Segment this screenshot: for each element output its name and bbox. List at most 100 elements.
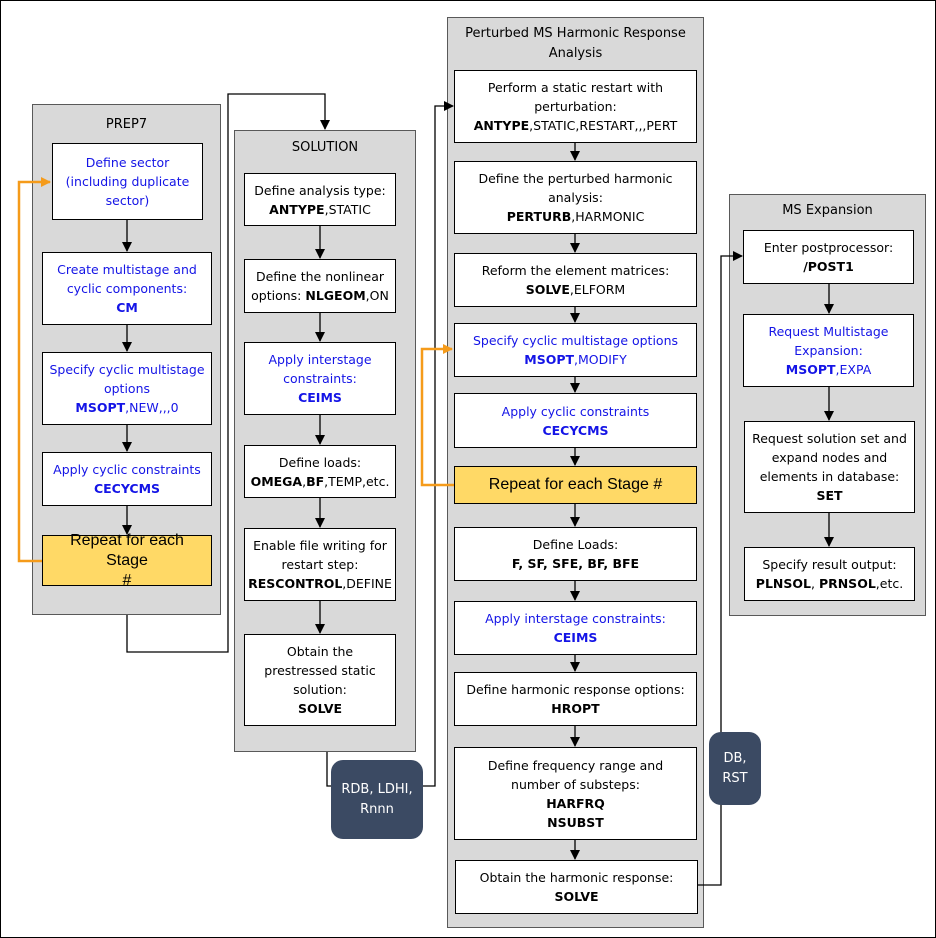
step-text: Expansion: [794,343,863,358]
command-name: RESCONTROL [248,576,343,591]
define-harmonic-loads-step[interactable]: Define Loads: F, SF, SFE, BF, BFE [454,527,697,581]
step-command: MSOPT,EXPA [786,360,872,379]
command-args: ,STATIC [324,201,371,217]
step-command: CEIMS [298,388,342,407]
solution-title: SOLUTION [291,140,359,155]
command-args: ,TEMP,etc. [324,473,390,489]
command-name: MSOPT [524,352,575,367]
step-command: HARFRQ [546,794,605,813]
step-command: MSOPT,MODIFY [524,350,627,369]
obtain-harmonic-response-step[interactable]: Obtain the harmonic response: SOLVE [455,860,698,914]
request-expansion-step[interactable]: Request Multistage Expansion: MSOPT,EXPA [743,314,914,387]
reform-matrices-step[interactable]: Reform the element matrices: SOLVE,ELFOR… [454,253,697,307]
step-command: HROPT [551,699,599,718]
file-label: Rnnn [360,801,394,817]
step-text: Apply cyclic constraints [501,403,650,419]
command-name: CEIMS [298,390,342,405]
command-name: SET [816,488,843,503]
command-name: /POST1 [803,259,854,274]
step-command: PLNSOL, PRNSOL,etc. [756,574,903,593]
apply-cyclic-constraints-step[interactable]: Apply cyclic constraints CECYCMS [42,452,212,506]
step-text: Create multistage and [57,262,197,277]
command-name: MSOPT [75,400,126,415]
result-files-badge: DB, RST [709,732,761,805]
step-text: Specify cyclic multistage options [472,333,679,348]
create-components-step[interactable]: Create multistage and cyclic components:… [42,252,212,325]
hropt-step[interactable]: Define harmonic response options: HROPT [454,672,697,726]
harmonic-repeat-stage-step[interactable]: Repeat for each Stage # [454,466,697,504]
harmonic-cyclic-constraints-step[interactable]: Apply cyclic constraints CECYCMS [454,393,697,448]
request-solution-set-step[interactable]: Request solution set and expand nodes an… [744,421,915,513]
apply-interstage-step[interactable]: Apply interstage constraints: CEIMS [244,342,396,415]
step-command: F, SF, SFE, BF, BFE [512,554,639,573]
command-args: ,STATIC,RESTART,,,PERT [529,118,678,133]
step-command: RESCONTROL,DEFINE [248,574,392,593]
command-args: ,etc. [875,576,904,591]
command-name: BF [306,473,325,489]
step-command: SET [816,486,842,505]
step-command: SOLVE,ELFORM [526,280,625,299]
command-name: OMEGA [250,473,303,489]
enter-postprocessor-step[interactable]: Enter postprocessor: /POST1 [743,230,914,284]
step-text: options [103,381,151,396]
step-text: Reform the element matrices: [481,263,670,278]
step-text: Define frequency range and [487,757,664,773]
perturbed-harmonic-step[interactable]: Define the perturbed harmonic analysis: … [454,161,697,234]
define-sector-step[interactable]: Define sector (including duplicate secto… [52,143,203,220]
command-name: CECYCMS [93,481,161,496]
command-args: ,ELFORM [569,282,626,297]
step-command: SOLVE [554,887,598,906]
expansion-title: MS Expansion [782,203,873,218]
step-text: Define Loads: [532,537,619,552]
command-name: CECYCMS [542,422,609,438]
harmonic-interstage-step[interactable]: Apply interstage constraints: CEIMS [454,601,697,655]
define-loads-step[interactable]: Define loads: OMEGA,BF,TEMP,etc. [244,445,396,498]
title-line: Perturbed MS Harmonic Response [465,26,686,41]
step-text: # [122,571,132,589]
static-restart-step[interactable]: Perform a static restart with perturbati… [454,70,697,143]
define-analysis-type-step[interactable]: Define analysis type: ANTYPE,STATIC [244,173,396,226]
prep7-title: PREP7 [105,117,148,132]
command-name: PERTURB [506,209,572,224]
enable-restart-step[interactable]: Enable file writing for restart step: RE… [244,528,396,601]
step-command: CECYCMS [94,479,160,498]
flowchart-canvas: PREP7 Define sector (including duplicate… [0,0,936,938]
step-command: ANTYPE,STATIC [269,200,371,219]
step-command: options: NLGEOM,ON [251,286,389,305]
obtain-static-solution-step[interactable]: Obtain the prestressed static solution: … [244,634,396,726]
step-text: Define the nonlinear [255,269,385,284]
step-text: Perform a static restart with [487,80,664,95]
step-text: Obtain the [286,644,354,659]
step-text: perturbation: [534,99,617,114]
step-text: sector) [105,193,150,208]
step-text: expand nodes and [771,450,888,465]
specify-msopt-step[interactable]: Specify cyclic multistage options MSOPT,… [42,352,212,425]
define-nonlinear-step[interactable]: Define the nonlinear options: NLGEOM,ON [244,259,396,313]
step-command: MSOPT,NEW,,,0 [75,398,178,417]
command-name: CM [116,300,138,315]
title-line: Analysis [548,46,603,61]
step-text: elements in database: [759,469,900,484]
command-args: ,HARMONIC [571,209,645,224]
step-text: (including duplicate [65,174,190,189]
frequency-range-step[interactable]: Define frequency range and number of sub… [454,747,697,840]
file-label: RST [722,770,748,786]
command-name: F, SF, SFE, BF, BFE [511,556,640,571]
specify-result-output-step[interactable]: Specify result output: PLNSOL, PRNSOL,et… [744,547,915,601]
step-command: CM [116,298,138,317]
command-name: SOLVE [525,282,570,297]
step-text: Apply interstage [268,352,372,367]
step-command: SOLVE [298,699,342,718]
command-name: MSOPT [785,362,836,377]
step-text: Obtain the harmonic response: [479,870,674,885]
command-args: ,ON [365,288,389,303]
repeat-stage-step[interactable]: Repeat for each Stage # [42,532,212,589]
step-text: Apply interstage constraints: [485,611,666,626]
step-text: analysis: [548,190,603,205]
step-text: number of substeps: [511,776,640,792]
step-text: prestressed static [264,663,376,678]
step-text: Specify cyclic multistage [49,362,205,377]
step-text: cyclic components: [66,281,188,296]
command-name: SOLVE [297,701,343,716]
msopt-modify-step[interactable]: Specify cyclic multistage options MSOPT,… [454,323,697,377]
